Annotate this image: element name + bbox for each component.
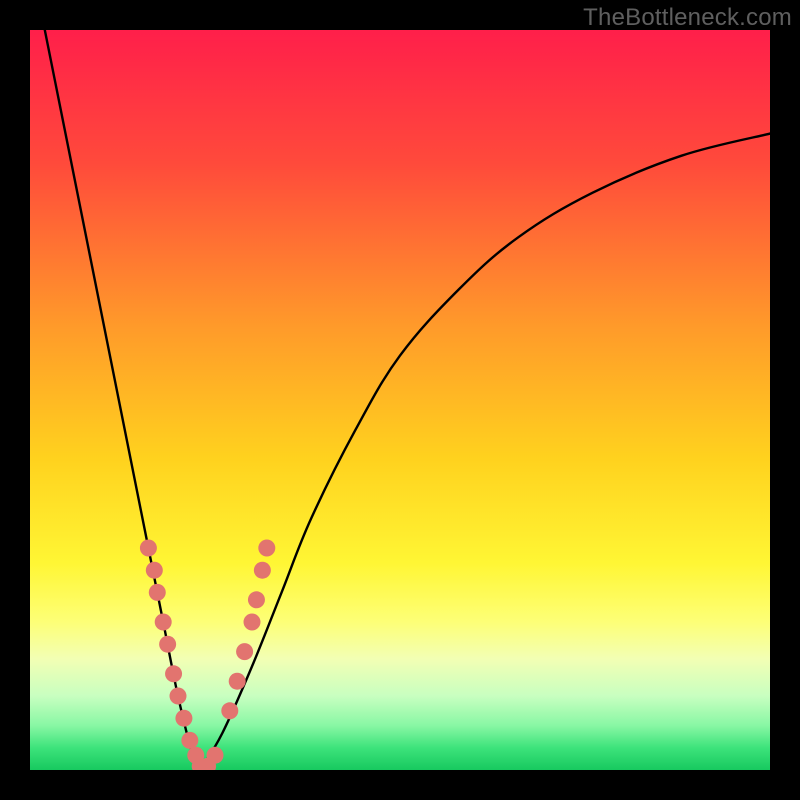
marker-dot [175,710,192,727]
marker-dot [140,540,157,557]
curve-layer [30,30,770,770]
outer-frame: TheBottleneck.com [0,0,800,800]
marker-dots [140,540,275,771]
curve-right-branch [200,134,770,770]
marker-dot [146,562,163,579]
marker-dot [254,562,271,579]
marker-dot [248,591,265,608]
marker-dot [229,673,246,690]
marker-dot [149,584,166,601]
marker-dot [165,665,182,682]
plot-area [30,30,770,770]
marker-dot [236,643,253,660]
watermark-text: TheBottleneck.com [583,4,792,32]
marker-dot [159,636,176,653]
marker-dot [221,702,238,719]
marker-dot [258,540,275,557]
marker-dot [155,614,172,631]
marker-dot [181,732,198,749]
curve-left-branch [45,30,200,770]
marker-dot [207,747,224,764]
marker-dot [170,688,187,705]
marker-dot [244,614,261,631]
